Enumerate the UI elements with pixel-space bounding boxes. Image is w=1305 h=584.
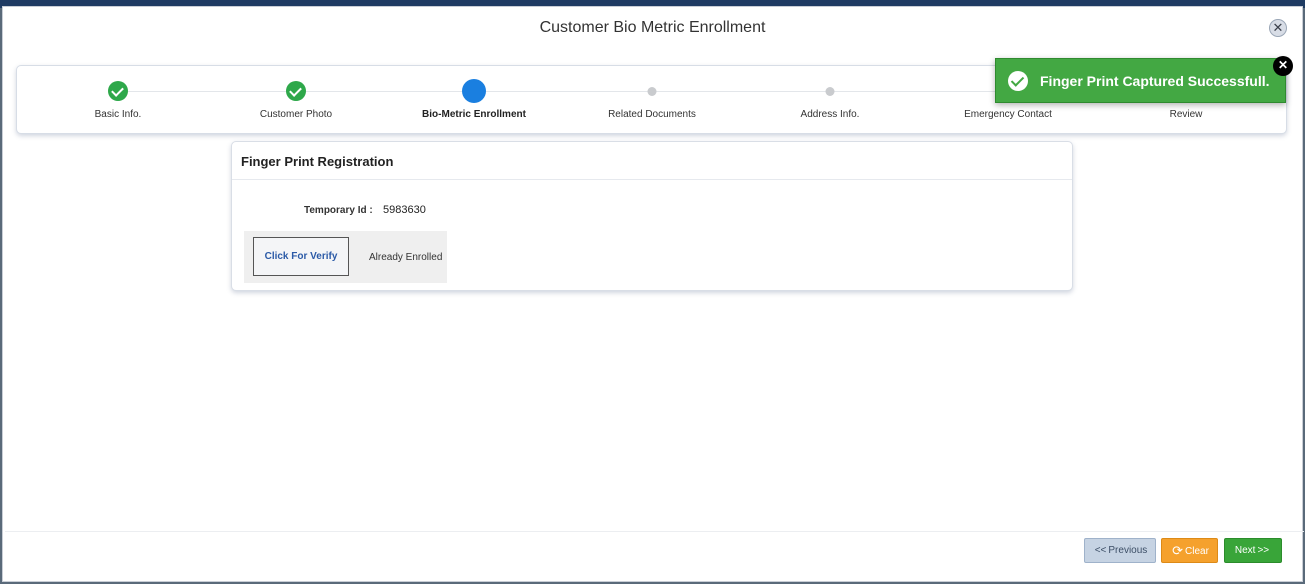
enrollment-status: Already Enrolled [369, 252, 443, 263]
toast-close-icon[interactable]: ✕ [1273, 56, 1293, 76]
refresh-icon: ⟳ [1172, 543, 1183, 558]
clear-button[interactable]: ⟳ Clear [1161, 538, 1218, 563]
previous-button[interactable]: << Previous [1084, 538, 1156, 563]
click-for-verify-button[interactable]: Click For Verify [253, 237, 349, 276]
next-label: Next [1234, 545, 1256, 556]
step-label: Emergency Contact [964, 109, 1052, 120]
double-chevron-right-icon: >> [1257, 545, 1270, 556]
step-label: Review [1169, 109, 1203, 120]
step-complete-icon [286, 81, 306, 101]
double-chevron-left-icon: << [1094, 545, 1107, 556]
step-pending-icon [825, 87, 835, 96]
clear-label: Clear [1185, 546, 1209, 557]
card-title: Finger Print Registration [232, 142, 1072, 180]
step-label: Customer Photo [259, 109, 333, 120]
step-label: Address Info. [800, 109, 860, 120]
step-label: Bio-Metric Enrollment [422, 109, 526, 120]
check-circle-icon [1008, 71, 1028, 91]
step-customer-photo[interactable]: Customer Photo [216, 66, 376, 135]
step-label: Basic Info. [94, 109, 142, 120]
step-related-documents[interactable]: Related Documents [572, 66, 732, 135]
fingerprint-registration-card: Finger Print Registration Temporary Id :… [231, 141, 1073, 291]
temporary-id-row: Temporary Id : 5983630 [232, 204, 632, 220]
temporary-id-value: 5983630 [383, 204, 426, 216]
footer-divider [5, 531, 1304, 532]
previous-label: Previous [1108, 545, 1148, 556]
step-complete-icon [108, 81, 128, 101]
step-basic-info[interactable]: Basic Info. [38, 66, 198, 135]
step-label: Related Documents [608, 109, 696, 120]
close-icon[interactable]: ✕ [1269, 19, 1287, 37]
temporary-id-label: Temporary Id : [304, 205, 373, 216]
success-toast: Finger Print Captured Successfull. [995, 58, 1286, 103]
step-pending-icon [647, 87, 657, 96]
modal-title: Customer Bio Metric Enrollment [539, 19, 766, 36]
step-address-info[interactable]: Address Info. [750, 66, 910, 135]
next-button[interactable]: Next >> [1224, 538, 1282, 563]
step-active-icon [462, 79, 486, 103]
toast-message: Finger Print Captured Successfull. [1040, 73, 1270, 89]
step-biometric-enrollment[interactable]: Bio-Metric Enrollment [394, 66, 554, 135]
verify-panel: Click For Verify Already Enrolled [244, 231, 447, 283]
